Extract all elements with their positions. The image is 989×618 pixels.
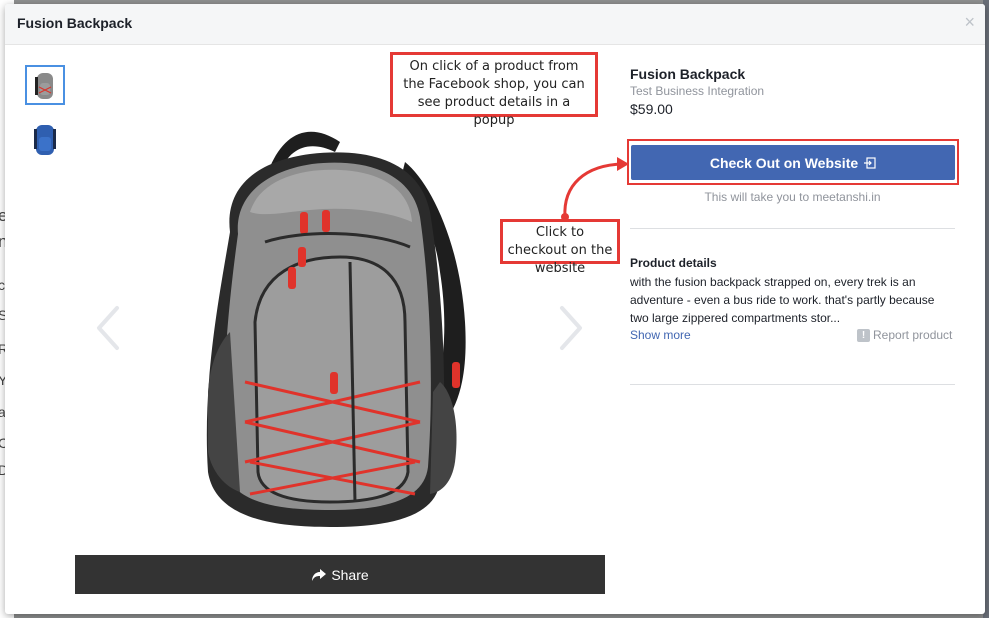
- checkout-note: This will take you to meetanshi.in: [704, 190, 881, 204]
- checkout-label: Check Out on Website: [709, 154, 859, 171]
- details-text: with the fusion backpack strapped on, ev…: [630, 275, 935, 325]
- details-heading: Product details: [630, 256, 717, 270]
- alert-icon: !: [857, 328, 870, 342]
- share-label: Share: [331, 566, 369, 583]
- annotation-checkout: Click to checkout on the website: [500, 219, 620, 276]
- share-button[interactable]: Share: [75, 555, 605, 594]
- thumbnail-gray-backpack[interactable]: [25, 65, 65, 105]
- report-label: Report product: [873, 328, 953, 342]
- product-price: $59.00: [630, 101, 673, 117]
- annotation-arrow-icon: [561, 157, 629, 221]
- backpack-thumb-icon: [34, 125, 56, 155]
- backpack-thumb-icon: [35, 73, 53, 99]
- next-arrow-icon[interactable]: [556, 304, 586, 352]
- close-icon[interactable]: ×: [964, 12, 975, 33]
- store-name[interactable]: Test Business Integration: [630, 84, 764, 98]
- divider: [630, 228, 955, 229]
- report-product-link[interactable]: ! Report product: [857, 328, 952, 342]
- backpack-image: [206, 131, 466, 527]
- divider: [630, 384, 955, 385]
- previous-arrow-icon[interactable]: [93, 304, 123, 352]
- modal-header: Fusion Backpack ×: [5, 4, 985, 45]
- checkout-button[interactable]: Check Out on Website: [631, 145, 955, 180]
- thumbnail-blue-backpack[interactable]: [27, 119, 67, 159]
- show-more-link[interactable]: Show more: [630, 328, 691, 342]
- modal-title: Fusion Backpack: [17, 15, 133, 31]
- annotation-popup: On click of a product from the Facebook …: [390, 52, 598, 128]
- product-name: Fusion Backpack: [630, 66, 746, 82]
- external-link-icon: [864, 156, 876, 169]
- share-arrow-icon: [312, 568, 327, 581]
